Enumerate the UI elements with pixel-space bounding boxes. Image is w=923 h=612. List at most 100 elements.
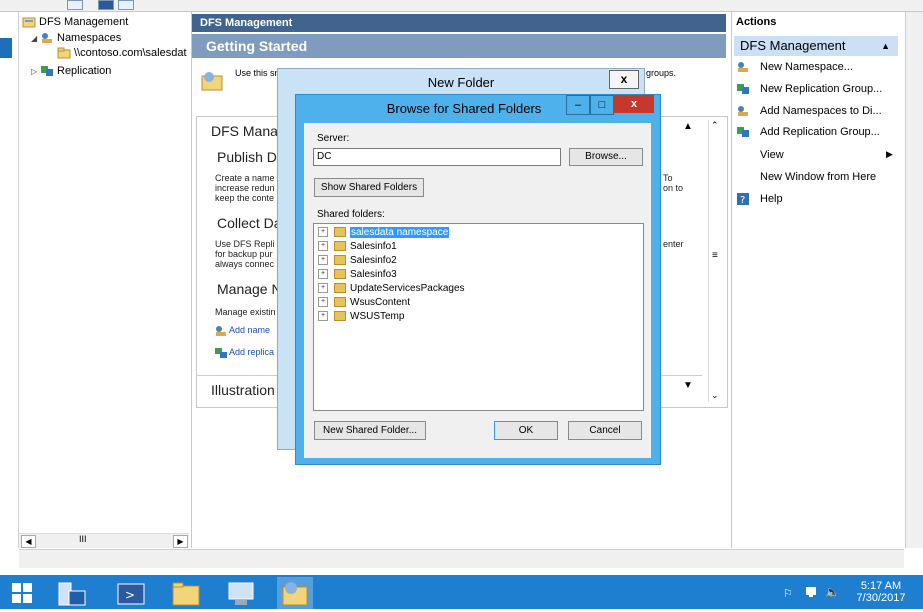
add-replication-label: Add replica — [229, 347, 275, 357]
actions-band-dfs-management[interactable]: DFS Management ▲ — [734, 36, 898, 56]
expand-plus-icon[interactable]: + — [318, 297, 328, 308]
minimize-button[interactable]: – — [566, 95, 590, 115]
getting-started-band: Getting Started — [192, 34, 726, 58]
action-label: New Namespace... — [760, 61, 853, 73]
action-new-window[interactable]: New Window from Here — [760, 168, 876, 186]
frame-collapse-icon[interactable]: ▲ — [683, 121, 693, 132]
tree-item-dfs-management[interactable]: DFS Management — [22, 14, 128, 30]
shared-folder-icon — [334, 283, 346, 294]
collapse-up-icon[interactable]: ▲ — [881, 36, 890, 56]
action-label: Add Replication Group... — [760, 126, 880, 138]
expand-plus-icon[interactable]: + — [318, 255, 328, 266]
help-icon: ? — [736, 193, 750, 206]
show-shared-folders-button[interactable]: Show Shared Folders — [314, 178, 424, 197]
scroll-up-icon[interactable]: ⌃ — [711, 120, 719, 131]
ok-button[interactable]: OK — [494, 421, 558, 440]
new-folder-close-button[interactable]: x — [609, 70, 639, 89]
collect-line-2: for backup pur — [215, 249, 273, 259]
replication-icon — [736, 83, 750, 95]
illustration-expand-icon[interactable]: ▼ — [683, 380, 693, 391]
shared-folder-item[interactable]: + UpdateServicesPackages — [318, 282, 465, 296]
expand-plus-icon[interactable]: + — [318, 283, 328, 294]
powershell-taskbar-button[interactable]: > — [113, 577, 149, 609]
maximize-button[interactable]: □ — [590, 95, 614, 115]
outer-vertical-scrollbar[interactable] — [905, 12, 923, 548]
add-replication-link[interactable]: Add replica — [215, 347, 274, 358]
start-button[interactable] — [4, 577, 40, 609]
action-add-replication-group[interactable]: Add Replication Group... — [736, 123, 880, 141]
shared-folder-item[interactable]: + Salesinfo3 — [318, 268, 397, 282]
shared-folder-icon — [334, 297, 346, 308]
dfs-management-taskbar-button[interactable] — [277, 577, 313, 609]
browse-close-button[interactable]: x — [614, 95, 654, 113]
folder-icon — [172, 582, 200, 606]
namespace-folder-icon — [57, 47, 71, 59]
actions-title: Actions — [736, 16, 777, 28]
toolbar-action-button[interactable] — [118, 0, 134, 10]
shared-folder-item[interactable]: + Salesinfo1 — [318, 240, 397, 254]
tree-item-namespace-path[interactable]: \\contoso.com\salesdat — [57, 45, 187, 61]
action-label: View — [760, 149, 784, 161]
collapse-arrow-icon[interactable]: ◢ — [31, 31, 40, 47]
tree-label-dfs-management: DFS Management — [39, 16, 129, 28]
tree-horizontal-scrollbar[interactable]: ◀ III ▶ — [19, 533, 189, 548]
frame-title: DFS Manag — [211, 123, 286, 139]
expand-arrow-icon[interactable]: ▷ — [31, 64, 40, 80]
action-label: New Window from Here — [760, 171, 877, 183]
clock[interactable]: 5:17 AM 7/30/2017 — [846, 580, 916, 604]
add-namespace-link[interactable]: Add name — [215, 325, 270, 336]
section-text-manage: Manage existin — [215, 307, 276, 317]
dfs-taskbar-button[interactable] — [223, 577, 259, 609]
scroll-thumb-grip[interactable]: III — [79, 534, 87, 544]
center-vertical-scrollbar[interactable]: ⌃ ≡ ⌄ — [708, 120, 723, 402]
section-text-publish: Create a name increase redun keep the co… — [215, 173, 275, 203]
shared-folder-item[interactable]: + Salesinfo2 — [318, 254, 397, 268]
server-input[interactable]: DC — [313, 148, 561, 166]
scroll-right-button[interactable]: ▶ — [173, 535, 188, 548]
tree-item-namespaces[interactable]: ◢ Namespaces — [31, 30, 121, 46]
selection-marker — [0, 38, 12, 58]
cancel-button[interactable]: Cancel — [568, 421, 642, 440]
scroll-down-icon[interactable]: ⌄ — [711, 390, 719, 401]
expand-plus-icon[interactable]: + — [318, 269, 328, 280]
action-help[interactable]: ? Help — [736, 190, 783, 208]
action-add-namespaces[interactable]: Add Namespaces to Di... — [736, 102, 882, 120]
browse-button[interactable]: Browse... — [569, 148, 643, 166]
action-new-namespace[interactable]: New Namespace... — [736, 58, 853, 76]
action-new-replication-group[interactable]: New Replication Group... — [736, 80, 882, 98]
toolbar-help-button[interactable] — [98, 0, 114, 10]
explorer-taskbar-button[interactable] — [168, 577, 204, 609]
dfs-management-icon — [282, 582, 308, 606]
scroll-grip-icon[interactable]: ≡ — [712, 250, 718, 261]
tree-label-namespace-path: \\contoso.com\salesdat — [74, 47, 187, 59]
action-view[interactable]: View — [760, 146, 784, 164]
replication-icon — [40, 65, 54, 77]
volume-muted-icon[interactable]: 🔈 — [825, 585, 840, 599]
namespace-icon — [736, 105, 750, 117]
shared-folder-icon — [334, 241, 346, 252]
tree-label-replication: Replication — [57, 65, 112, 77]
new-shared-folder-button[interactable]: New Shared Folder... — [314, 421, 426, 440]
intro-text-tail: groups. — [646, 68, 677, 78]
shared-folders-tree[interactable]: + salesdata namespace + Salesinfo1 + Salesi… — [313, 223, 644, 411]
flag-icon[interactable]: ⚐ — [783, 587, 793, 600]
namespaces-icon — [40, 32, 54, 44]
shared-folder-item[interactable]: + WSUSTemp — [318, 310, 404, 324]
toolbar-show-hide-button[interactable] — [67, 0, 83, 10]
intro-icon — [200, 68, 226, 96]
shared-folder-icon — [334, 227, 346, 238]
shared-folder-item[interactable]: + WsusContent — [318, 296, 410, 310]
scroll-left-button[interactable]: ◀ — [21, 535, 36, 548]
svg-text:>: > — [125, 588, 135, 602]
namespace-icon — [736, 61, 750, 73]
expand-plus-icon[interactable]: + — [318, 227, 328, 238]
tree-item-replication[interactable]: ▷ Replication — [31, 63, 111, 79]
shared-folder-item[interactable]: + salesdata namespace — [318, 226, 450, 240]
shared-folder-name: Salesinfo3 — [350, 269, 397, 280]
expand-plus-icon[interactable]: + — [318, 241, 328, 252]
shared-folder-name: Salesinfo2 — [350, 255, 397, 266]
tree-label-namespaces: Namespaces — [57, 32, 122, 44]
network-icon[interactable] — [805, 586, 819, 601]
expand-plus-icon[interactable]: + — [318, 311, 328, 322]
server-manager-taskbar-button[interactable] — [53, 577, 89, 609]
